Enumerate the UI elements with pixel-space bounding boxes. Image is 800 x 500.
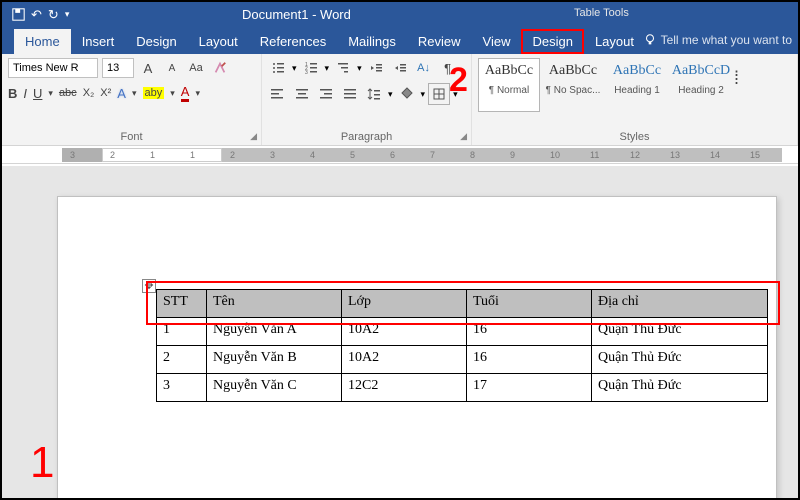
table-cell[interactable]: Quận Thủ Đức xyxy=(592,374,768,402)
tab-mailings[interactable]: Mailings xyxy=(337,29,407,54)
tab-home[interactable]: Home xyxy=(14,29,71,54)
table-row[interactable]: 2Nguyễn Văn B10A216Quận Thủ Đức xyxy=(157,346,768,374)
table-header[interactable]: Địa chỉ xyxy=(592,290,768,318)
table-tools-label: Table Tools xyxy=(574,7,629,19)
styles-more-icon[interactable]: ⁞ xyxy=(734,58,748,112)
ribbon: A A Aa B I U ▾ abc X₂ X² A ▾ aby ▾ A ▾ F… xyxy=(2,54,798,146)
align-right-icon[interactable] xyxy=(316,84,336,104)
table-cell[interactable]: Nguyễn Văn A xyxy=(207,318,342,346)
shrink-font-button[interactable]: A xyxy=(162,58,182,78)
decrease-indent-icon[interactable] xyxy=(366,58,386,78)
table-cell[interactable]: 16 xyxy=(467,346,592,374)
group-styles: AaBbCc¶ NormalAaBbCc¶ No Spac...AaBbCcHe… xyxy=(472,54,798,145)
sort-icon[interactable]: A↓ xyxy=(414,58,434,78)
table-header[interactable]: Tên xyxy=(207,290,342,318)
document-title: Document1 - Word xyxy=(242,7,351,22)
document-table[interactable]: STTTênLớpTuổiĐịa chỉ 1Nguyễn Văn A10A216… xyxy=(156,289,768,402)
group-label-styles: Styles xyxy=(472,131,797,143)
strike-button[interactable]: abc xyxy=(59,87,77,99)
lightbulb-icon xyxy=(643,33,657,47)
horizontal-ruler[interactable]: 321123456789101112131415 xyxy=(2,146,798,164)
save-icon[interactable] xyxy=(12,8,25,21)
table-cell[interactable]: 3 xyxy=(157,374,207,402)
annotation-2: 2 xyxy=(449,61,468,100)
table-cell[interactable]: 10A2 xyxy=(342,318,467,346)
table-move-handle[interactable]: ✥ xyxy=(142,279,156,293)
table-header[interactable]: STT xyxy=(157,290,207,318)
tab-references[interactable]: References xyxy=(249,29,337,54)
bullets-icon[interactable] xyxy=(268,58,288,78)
multilevel-icon[interactable] xyxy=(333,58,353,78)
clear-format-icon[interactable] xyxy=(210,58,230,78)
align-left-icon[interactable] xyxy=(268,84,288,104)
document-area: 1 ✥ STTTênLớpTuổiĐịa chỉ 1Nguyễn Văn A10… xyxy=(2,166,798,498)
table-cell[interactable]: Quận Thủ Đức xyxy=(592,318,768,346)
style-2[interactable]: AaBbCcHeading 1 xyxy=(606,58,668,112)
group-font: A A Aa B I U ▾ abc X₂ X² A ▾ aby ▾ A ▾ F… xyxy=(2,54,262,145)
table-cell[interactable]: 2 xyxy=(157,346,207,374)
font-name-input[interactable] xyxy=(8,58,98,78)
table-cell[interactable]: Nguyễn Văn C xyxy=(207,374,342,402)
group-label-font: Font xyxy=(2,131,261,143)
highlight-button[interactable]: aby xyxy=(143,87,165,99)
group-paragraph: ▾ 123 ▾ ▾ A↓ ¶ ▾ ▾ ▾ Paragraph ◢ xyxy=(262,54,472,145)
subscript-button[interactable]: X₂ xyxy=(83,87,95,99)
tell-me-label: Tell me what you want to xyxy=(661,33,792,47)
table-cell[interactable]: 12C2 xyxy=(342,374,467,402)
justify-icon[interactable] xyxy=(340,84,360,104)
bold-button[interactable]: B xyxy=(8,86,17,101)
group-label-paragraph: Paragraph xyxy=(262,131,471,143)
increase-indent-icon[interactable] xyxy=(390,58,410,78)
table-cell[interactable]: 10A2 xyxy=(342,346,467,374)
style-0[interactable]: AaBbCc¶ Normal xyxy=(478,58,540,112)
svg-text:3: 3 xyxy=(305,70,308,75)
ribbon-tabs: Home Insert Design Layout References Mai… xyxy=(2,27,798,54)
quick-access-toolbar: ↶ ↻ ▾ xyxy=(2,7,69,23)
text-effects-button[interactable]: A xyxy=(117,86,126,101)
superscript-button[interactable]: X² xyxy=(100,87,111,99)
undo-icon[interactable]: ↶ xyxy=(31,7,42,23)
table-cell[interactable]: Nguyễn Văn B xyxy=(207,346,342,374)
table-cell[interactable]: 17 xyxy=(467,374,592,402)
borders-icon[interactable] xyxy=(429,84,449,104)
table-cell[interactable]: 16 xyxy=(467,318,592,346)
tell-me-search[interactable]: Tell me what you want to xyxy=(643,33,792,47)
underline-button[interactable]: U xyxy=(33,86,42,101)
numbering-icon[interactable]: 123 xyxy=(301,58,321,78)
line-spacing-icon[interactable] xyxy=(364,84,384,104)
tab-view[interactable]: View xyxy=(472,29,522,54)
tab-layout[interactable]: Layout xyxy=(188,29,249,54)
shading-icon[interactable] xyxy=(397,84,417,104)
tab-design[interactable]: Design xyxy=(125,29,187,54)
title-bar: ↶ ↻ ▾ Document1 - Word Table Tools xyxy=(2,2,798,27)
paragraph-dialog-launcher[interactable]: ◢ xyxy=(460,131,467,142)
table-row[interactable]: 1Nguyễn Văn A10A216Quận Thủ Đức xyxy=(157,318,768,346)
tab-review[interactable]: Review xyxy=(407,29,472,54)
italic-button[interactable]: I xyxy=(23,86,27,101)
font-color-button[interactable]: A xyxy=(181,84,190,102)
table-cell[interactable]: Quận Thủ Đức xyxy=(592,346,768,374)
style-3[interactable]: AaBbCcDHeading 2 xyxy=(670,58,732,112)
annotation-1: 1 xyxy=(30,438,54,488)
table-header[interactable]: Tuổi xyxy=(467,290,592,318)
table-header[interactable]: Lớp xyxy=(342,290,467,318)
style-1[interactable]: AaBbCc¶ No Spac... xyxy=(542,58,604,112)
align-center-icon[interactable] xyxy=(292,84,312,104)
tab-table-design[interactable]: Design xyxy=(521,29,583,54)
font-size-input[interactable] xyxy=(102,58,134,78)
tab-insert[interactable]: Insert xyxy=(71,29,126,54)
tab-table-layout[interactable]: Layout xyxy=(584,29,645,54)
table-row[interactable]: 3Nguyễn Văn C12C217Quận Thủ Đức xyxy=(157,374,768,402)
table-cell[interactable]: 1 xyxy=(157,318,207,346)
page[interactable]: ✥ STTTênLớpTuổiĐịa chỉ 1Nguyễn Văn A10A2… xyxy=(57,196,777,498)
change-case-button[interactable]: Aa xyxy=(186,58,206,78)
redo-icon[interactable]: ↻ xyxy=(48,7,59,23)
font-dialog-launcher[interactable]: ◢ xyxy=(250,131,257,142)
qat-dropdown-icon[interactable]: ▾ xyxy=(65,9,70,20)
grow-font-button[interactable]: A xyxy=(138,58,158,78)
